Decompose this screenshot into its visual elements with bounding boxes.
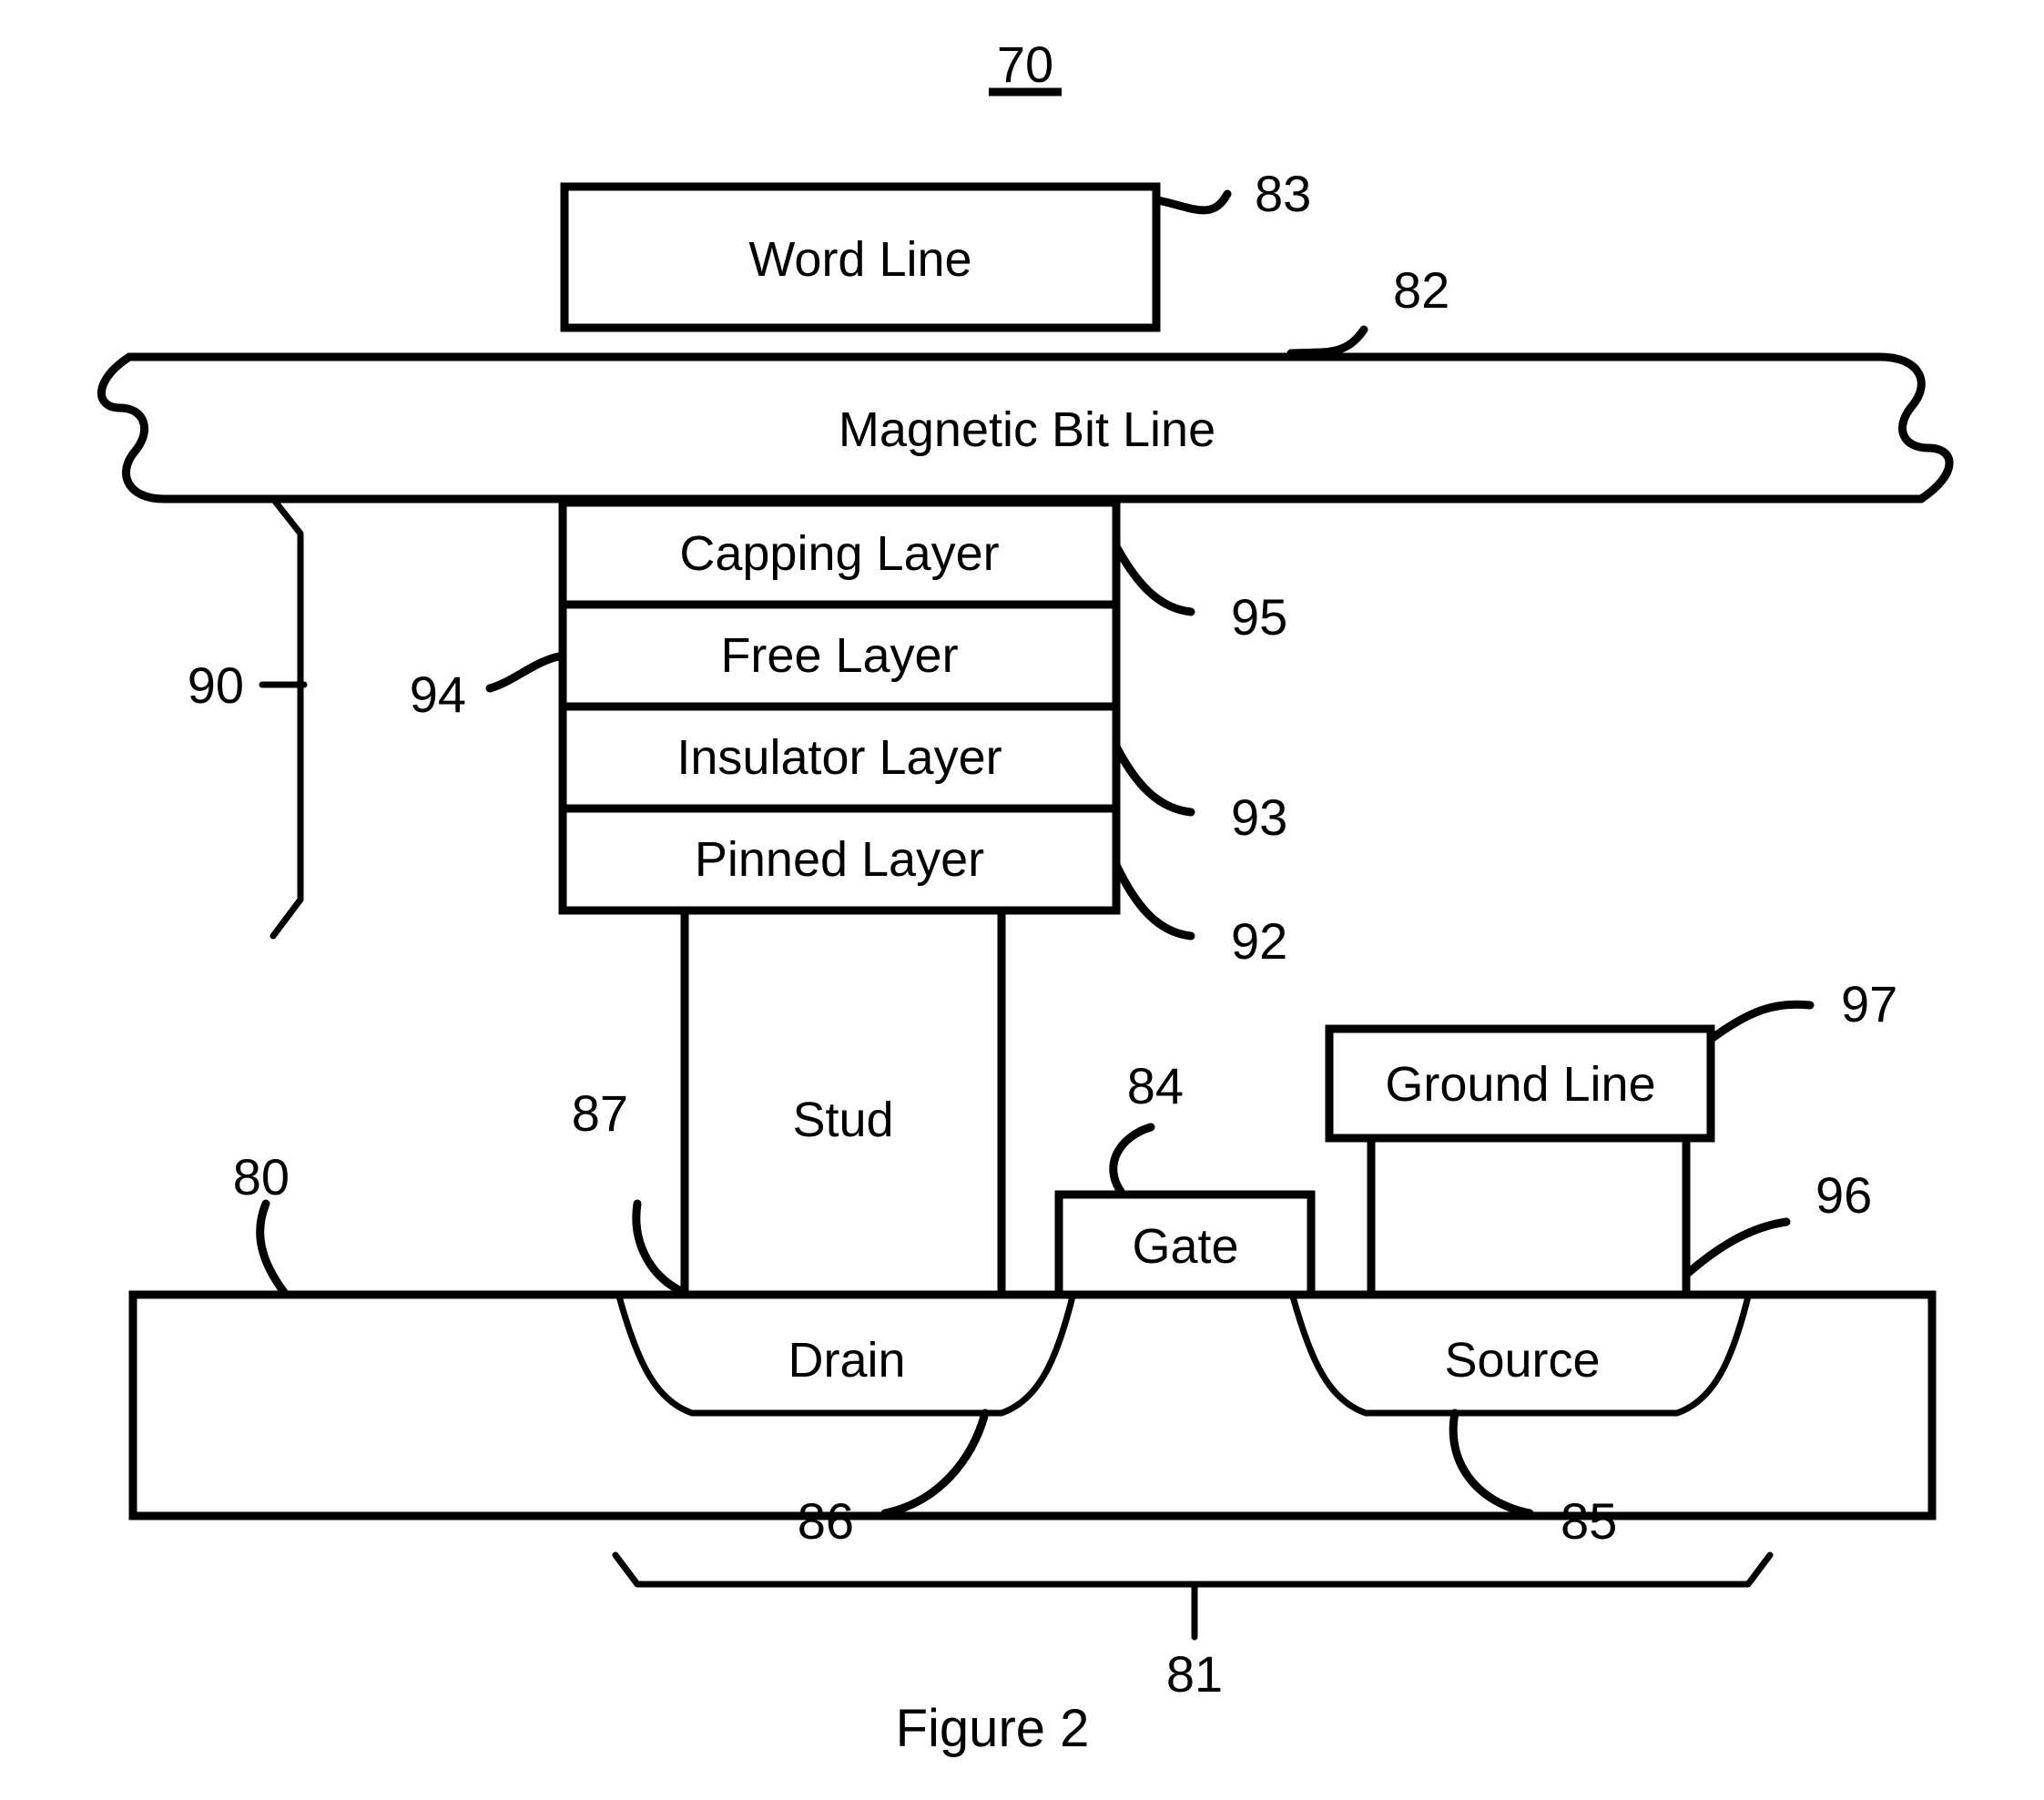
capping-layer-leader	[1112, 542, 1195, 616]
word-line-label: Word Line	[748, 232, 971, 287]
patent-figure: 70 Word Line 83 Magnetic Bit Line 82 Cap…	[0, 0, 2044, 1800]
ref-96: 96	[1815, 1166, 1872, 1224]
drain-label: Drain	[788, 1333, 905, 1388]
word-line-group: Word Line 83	[560, 165, 1311, 332]
stud-leader	[632, 1199, 689, 1297]
ref-97: 97	[1841, 975, 1897, 1032]
capping-layer-label: Capping Layer	[679, 526, 999, 581]
figure-caption: Figure 2	[896, 1699, 1090, 1758]
mtj-stack-group: Capping Layer Free Layer Insulator Layer…	[558, 498, 1121, 915]
ref-82: 82	[1393, 261, 1449, 319]
figure-number-group: 70	[989, 36, 1062, 97]
free-layer-label: Free Layer	[720, 628, 958, 683]
mtj-bracket	[269, 495, 304, 940]
pinned-layer-label: Pinned Layer	[695, 832, 984, 887]
ground-line-group: Ground Line 97 96	[1325, 975, 1897, 1295]
ref-92: 92	[1231, 912, 1287, 970]
ref-90: 90	[188, 656, 244, 714]
word-line-leader	[1154, 189, 1232, 215]
source-label: Source	[1444, 1333, 1600, 1388]
magnetic-bit-line-label: Magnetic Bit Line	[839, 402, 1215, 457]
substrate-bracket	[612, 1551, 1774, 1588]
mtj-bracket-group: 90	[188, 495, 308, 940]
bit-line-leader	[1286, 325, 1368, 358]
ref-95: 95	[1231, 588, 1287, 646]
figure-number-70: 70	[997, 36, 1053, 93]
ref-84: 84	[1127, 1057, 1184, 1114]
insulator-layer-leader	[1112, 742, 1195, 817]
gate-label: Gate	[1132, 1219, 1238, 1274]
ref-87: 87	[572, 1084, 628, 1142]
substrate-group: Drain Source 80	[128, 1148, 1937, 1520]
layer-reference-group: 95 93 92	[1112, 542, 1287, 970]
mtj-stack-reference-group: 94	[410, 651, 567, 723]
ground-via-leader	[1682, 1217, 1791, 1279]
gate-group: Gate 84	[1054, 1057, 1316, 1301]
ref-83: 83	[1255, 165, 1311, 222]
stud-group: Stud 87	[572, 910, 1006, 1297]
ref-93: 93	[1231, 788, 1287, 846]
pinned-layer-leader	[1112, 860, 1195, 941]
insulator-layer-label: Insulator Layer	[676, 730, 1002, 785]
gate-leader	[1109, 1123, 1155, 1197]
ground-line-label: Ground Line	[1385, 1057, 1655, 1112]
substrate-bracket-group: 81	[612, 1551, 1774, 1703]
ref-86: 86	[798, 1492, 854, 1550]
ground-line-leader	[1708, 1000, 1815, 1042]
figure-2-diagram: 70 Word Line 83 Magnetic Bit Line 82 Cap…	[97, 36, 1954, 1758]
substrate-leader	[256, 1199, 290, 1299]
ref-94: 94	[410, 666, 466, 723]
substrate-body	[128, 1290, 1937, 1520]
ref-80: 80	[233, 1148, 290, 1205]
stud-label: Stud	[792, 1093, 893, 1147]
ref-81: 81	[1166, 1645, 1223, 1703]
mtj-stack-leader	[485, 651, 567, 693]
ref-85: 85	[1561, 1492, 1617, 1550]
